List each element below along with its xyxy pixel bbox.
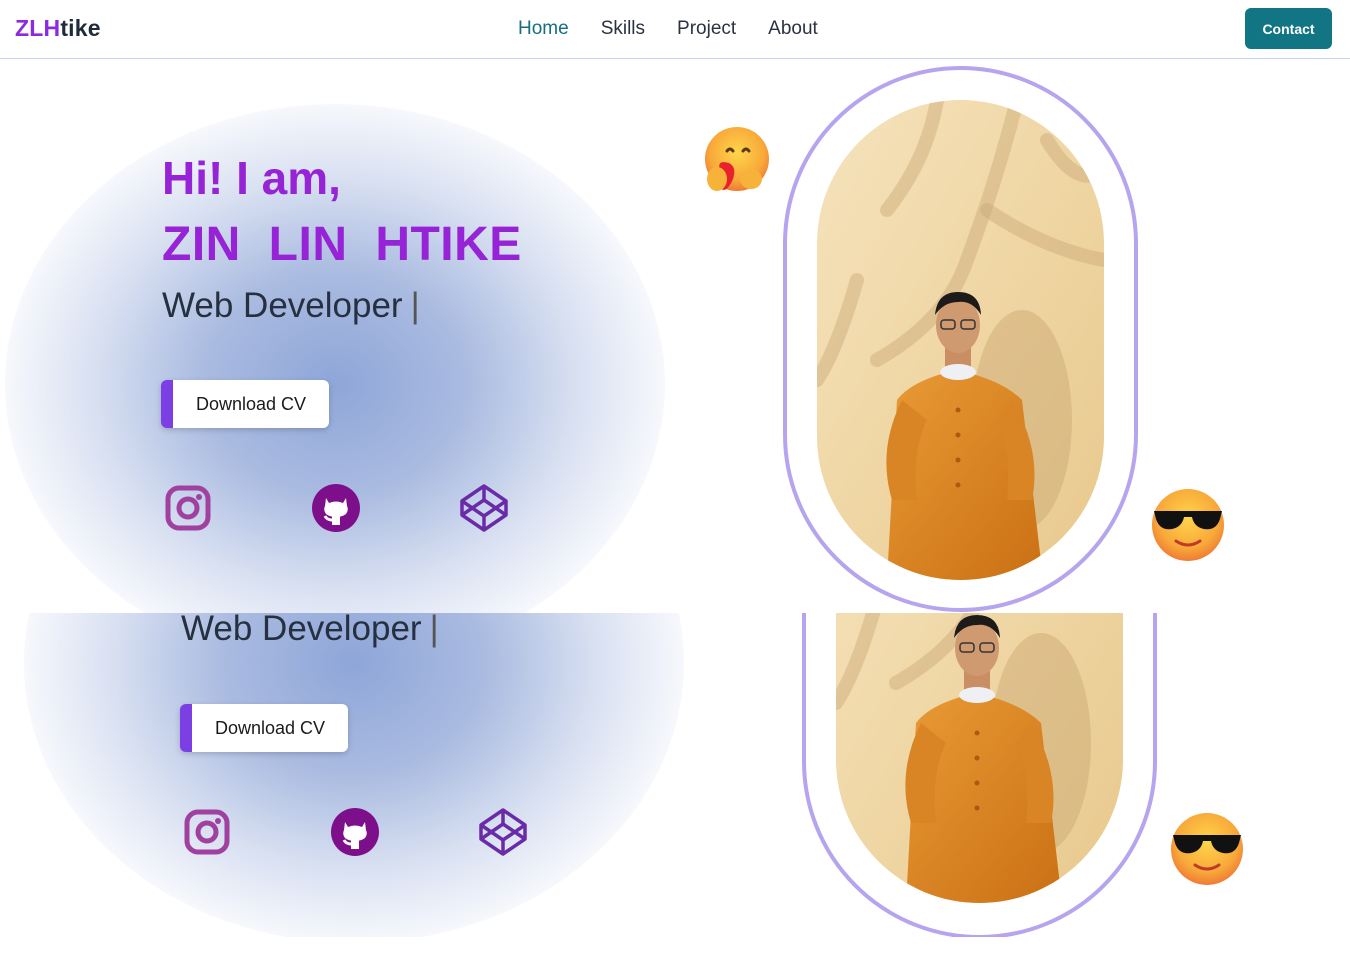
hero-section-repeat: Web Developer | Download CV — [19, 613, 1350, 937]
brand-rest: tike — [60, 15, 101, 41]
typing-caret: | — [410, 286, 420, 325]
nav-link-project[interactable]: Project — [677, 18, 736, 40]
hugging-heart-emoji — [705, 127, 769, 191]
profile-photo — [836, 613, 1123, 903]
profile-photo — [817, 100, 1104, 580]
top-navbar: ZLHtike Home Skills Project About Contac… — [0, 0, 1350, 59]
portrait-image — [836, 613, 1123, 903]
brand-logo[interactable]: ZLHtike — [15, 15, 101, 42]
nav-links: Home Skills Project About — [518, 18, 818, 40]
github-icon[interactable] — [329, 806, 381, 858]
typing-caret: | — [429, 613, 439, 648]
background-glow — [24, 613, 684, 937]
codepen-icon[interactable] — [458, 482, 510, 534]
sunglasses-emoji — [1171, 813, 1243, 885]
instagram-icon[interactable] — [181, 806, 233, 858]
hero-role: Web Developer | — [162, 286, 420, 326]
github-icon[interactable] — [310, 482, 362, 534]
hero-name: ZIN LIN HTIKE — [162, 218, 522, 271]
hero-greeting: Hi! I am, — [162, 152, 341, 204]
role-text: Web Developer — [162, 286, 403, 325]
hero-section: Hi! I am, ZIN LIN HTIKE Web Developer | D… — [0, 59, 1350, 613]
nav-link-home[interactable]: Home — [518, 18, 569, 40]
role-text: Web Developer — [181, 613, 422, 648]
download-cv-button[interactable]: Download CV — [161, 380, 329, 428]
contact-button[interactable]: Contact — [1245, 8, 1332, 49]
instagram-icon[interactable] — [162, 482, 214, 534]
hero-role: Web Developer | — [181, 613, 439, 649]
brand-highlight: ZLH — [15, 15, 61, 41]
sunglasses-emoji — [1152, 489, 1224, 561]
portrait-image — [817, 100, 1104, 580]
codepen-icon[interactable] — [477, 806, 529, 858]
nav-link-about[interactable]: About — [768, 18, 818, 40]
nav-link-skills[interactable]: Skills — [601, 18, 645, 40]
download-cv-button[interactable]: Download CV — [180, 704, 348, 752]
